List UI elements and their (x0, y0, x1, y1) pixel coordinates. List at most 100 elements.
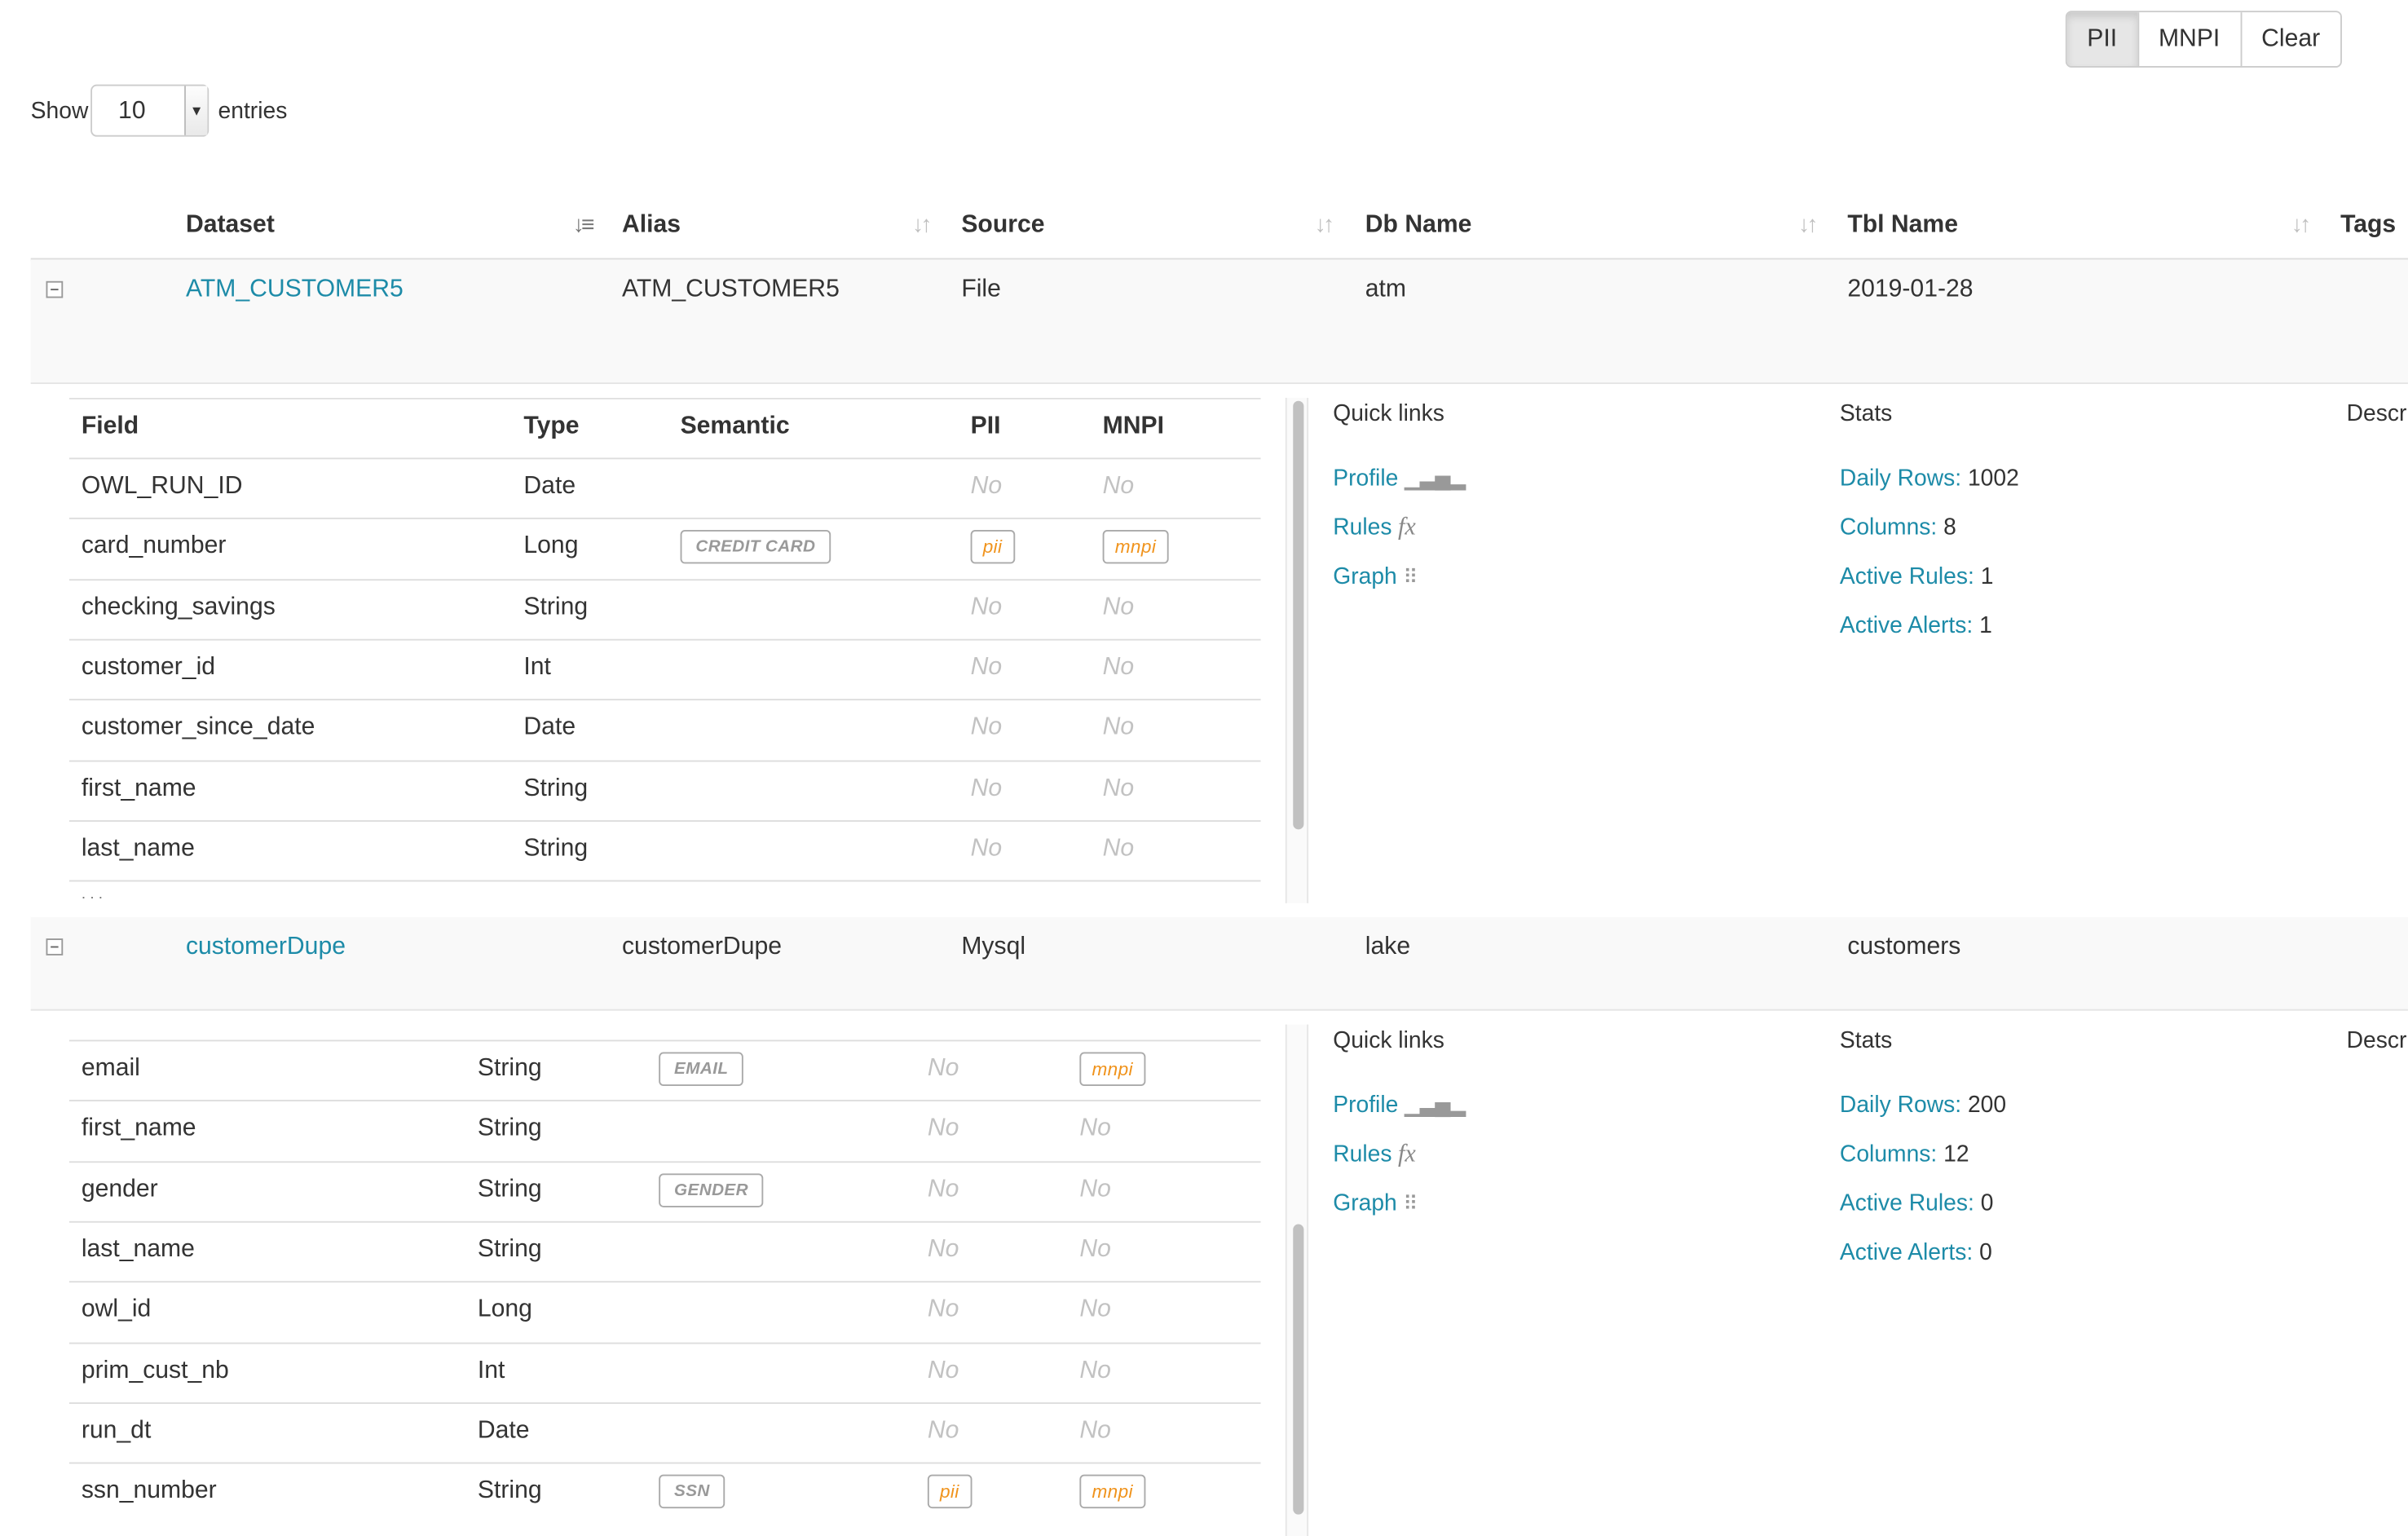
stat-label[interactable]: Daily Rows: (1840, 1092, 1961, 1119)
scrollbar-thumb[interactable] (1293, 400, 1304, 830)
column-header-source[interactable]: Source (961, 212, 1044, 240)
stat-label[interactable]: Active Alerts: (1840, 1239, 1973, 1265)
field-type: String (477, 1176, 542, 1203)
graph-link[interactable]: Graph ⠿ (1333, 563, 1418, 589)
field-type: Int (523, 654, 551, 681)
field-type: String (523, 835, 589, 862)
pii-value: No (970, 835, 1003, 862)
sitemap-icon: ⠿ (1403, 1191, 1418, 1216)
field-name: owl_id (81, 1296, 152, 1323)
sort-asc-icon[interactable]: ↓≡ (573, 212, 595, 238)
pii-value: No (927, 1236, 959, 1263)
field-name: last_name (81, 835, 195, 862)
column-header-tbl-name[interactable]: Tbl Name (1847, 212, 1958, 240)
pii-value: No (927, 1176, 959, 1203)
fields-scrollbar[interactable] (1285, 1024, 1309, 1536)
field-type: String (523, 594, 589, 620)
table-header: Dataset ↓≡ Alias ↓↑ Source ↓↑ Db Name ↓↑… (30, 200, 2408, 262)
stat-item[interactable]: Columns: 8 (1840, 514, 1956, 541)
stat-item[interactable]: Active Alerts: 1 (1840, 613, 1992, 639)
collapse-icon[interactable] (46, 280, 64, 298)
pii-filter-button[interactable]: PII (2066, 12, 2137, 67)
sort-icon[interactable]: ↓↑ (912, 212, 932, 238)
graph-link[interactable]: Graph ⠿ (1333, 1190, 1418, 1216)
rules-link[interactable]: Rules fx (1333, 514, 1416, 542)
entries-select-value: 10 (118, 98, 146, 125)
mnpi-value: No (1079, 1236, 1111, 1263)
field-type: Long (477, 1296, 532, 1323)
mnpi-value: No (1102, 654, 1135, 681)
collapse-icon[interactable] (46, 938, 64, 956)
dataset-link[interactable]: customerDupe (186, 934, 346, 961)
quick-links-title: Quick links (1333, 1027, 1444, 1054)
semantic-header: Semantic (680, 413, 790, 439)
stat-item[interactable]: Daily Rows: 200 (1840, 1092, 2006, 1119)
profile-link[interactable]: Profile ▁▃▅▂ (1333, 466, 1466, 492)
stat-label[interactable]: Daily Rows: (1840, 466, 1961, 492)
mnpi-badge: mnpi (1102, 530, 1169, 564)
mnpi-value: No (1079, 1417, 1111, 1444)
mnpi-value: No (1079, 1176, 1111, 1203)
mnpi-badge: mnpi (1079, 1474, 1146, 1509)
mnpi-header: MNPI (1102, 413, 1164, 439)
profile-link[interactable]: Profile ▁▃▅▂ (1333, 1092, 1466, 1119)
table-row[interactable]: ATM_CUSTOMER5 ATM_CUSTOMER5 File atm 201… (30, 259, 2408, 384)
table-row: last_name String No No (68, 1220, 1261, 1281)
clear-filter-button[interactable]: Clear (2239, 12, 2340, 67)
field-name: customer_since_date (81, 714, 315, 741)
rules-link[interactable]: Rules fx (1333, 1141, 1416, 1169)
alias-cell: customerDupe (621, 934, 782, 960)
tag-filter-group: PII MNPI Clear (2065, 11, 2342, 68)
stat-value: 0 (1980, 1190, 1994, 1217)
entries-label: entries (218, 98, 288, 125)
column-header-tags[interactable]: Tags (2340, 212, 2396, 240)
stat-label[interactable]: Active Alerts: (1840, 613, 1973, 639)
fields-scrollbar[interactable] (1285, 397, 1309, 903)
table-row: run_dt Date No No (68, 1401, 1261, 1462)
field-type: Date (523, 473, 576, 500)
column-header-db-name[interactable]: Db Name (1365, 212, 1472, 240)
stat-item[interactable]: Active Alerts: 0 (1840, 1239, 1992, 1265)
stat-item[interactable]: Daily Rows: 1002 (1840, 466, 2019, 492)
field-header: Field (81, 413, 139, 439)
stat-item[interactable]: Columns: 12 (1840, 1141, 1969, 1167)
show-label: Show (30, 98, 89, 125)
pii-value: No (970, 775, 1003, 801)
table-row[interactable]: customerDupe customerDupe Mysql lake cus… (30, 916, 2408, 1011)
stat-label[interactable]: Active Rules: (1840, 563, 1974, 589)
field-type: String (477, 1055, 542, 1082)
description-title: Descri (2346, 400, 2408, 427)
column-header-dataset[interactable]: Dataset (186, 212, 275, 240)
stat-item[interactable]: Active Rules: 0 (1840, 1190, 1994, 1216)
field-name: run_dt (81, 1417, 152, 1444)
bar-chart-icon: ▁▃▅▂ (1404, 1093, 1466, 1117)
bar-chart-icon: ▁▃▅▂ (1404, 466, 1466, 490)
semantic-badge: EMAIL (659, 1052, 744, 1086)
type-header: Type (523, 413, 580, 439)
mnpi-value: No (1079, 1296, 1111, 1323)
stat-label[interactable]: Columns: (1840, 1141, 1937, 1167)
field-name: first_name (81, 1115, 196, 1142)
dataset-link[interactable]: ATM_CUSTOMER5 (186, 276, 404, 304)
sort-icon[interactable]: ↓↑ (1315, 212, 1334, 238)
stat-value: 12 (1943, 1141, 1969, 1167)
sort-icon[interactable]: ↓↑ (1798, 212, 1818, 238)
cut-off-row-text: . . . (82, 893, 103, 899)
mnpi-value: No (1102, 835, 1135, 862)
datasets-page: PII MNPI Clear Show 10 ▼ entries Dataset… (0, 0, 2408, 1536)
chevron-down-icon[interactable]: ▼ (184, 86, 208, 135)
sort-icon[interactable]: ↓↑ (2291, 212, 2311, 238)
fields-table: email String EMAIL No mnpi first_name String No… (68, 1039, 1261, 1536)
mnpi-filter-button[interactable]: MNPI (2137, 12, 2240, 67)
entries-select[interactable]: 10 ▼ (90, 84, 209, 137)
table-row: last_name String No No (68, 819, 1261, 880)
stat-item[interactable]: Active Rules: 1 (1840, 563, 1994, 589)
stat-label[interactable]: Active Rules: (1840, 1190, 1974, 1216)
db-name-cell: lake (1365, 934, 1411, 960)
field-name: OWL_RUN_ID (81, 473, 243, 500)
table-row: ssn_number String SSN pii mnpi (68, 1462, 1261, 1522)
scrollbar-thumb[interactable] (1293, 1224, 1304, 1515)
column-header-alias[interactable]: Alias (622, 212, 681, 240)
table-row: prim_cust_nb Int No No (68, 1341, 1261, 1401)
stat-label[interactable]: Columns: (1840, 514, 1937, 541)
